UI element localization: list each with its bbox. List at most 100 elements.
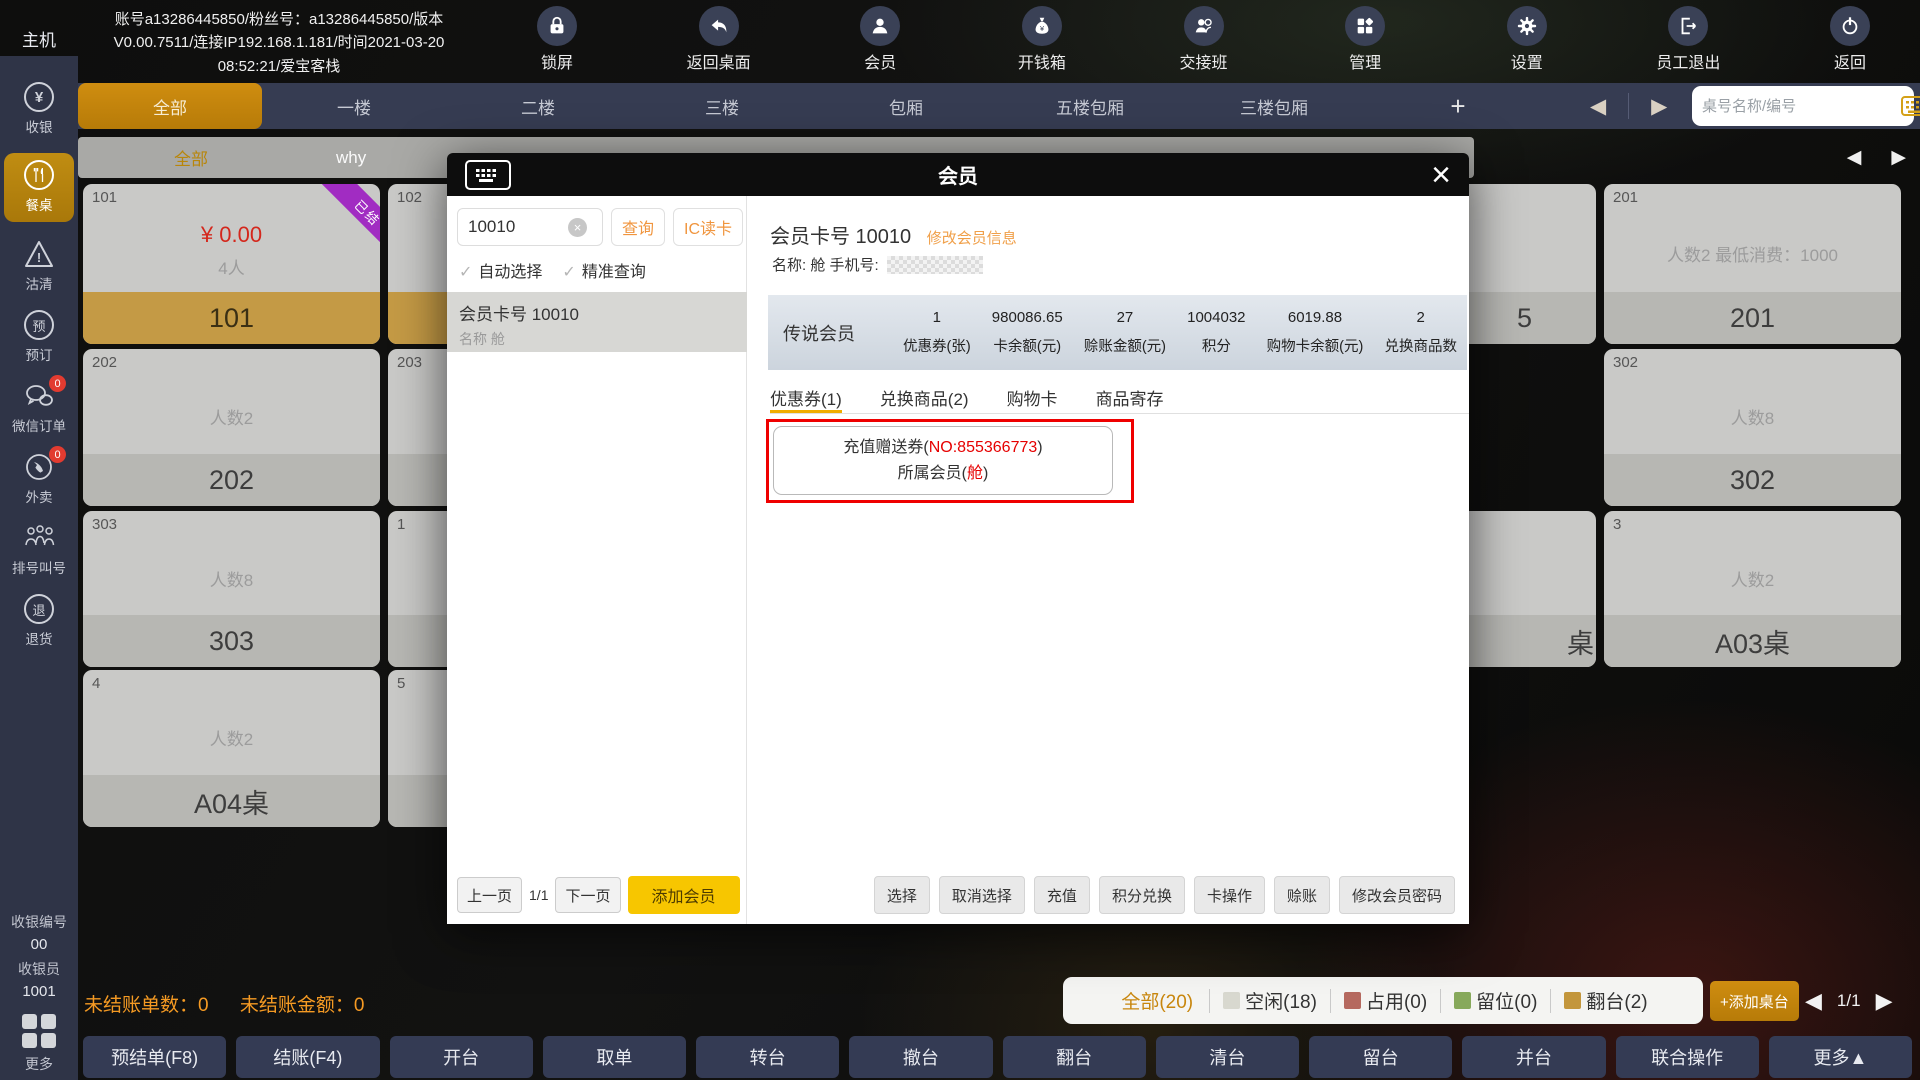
settings-button[interactable]: 设置 [1475,6,1579,80]
transfer-table-button[interactable]: 转台 [696,1036,839,1078]
member-search-input[interactable] [468,217,568,237]
query-button[interactable]: 查询 [611,208,665,246]
sidebar-item-takeout[interactable]: 0 外卖 [4,452,74,506]
add-floor-tab-button[interactable]: + [1366,83,1550,129]
table-cell-101[interactable]: 101 ¥ 0.00 4人 101 已结 [83,184,380,344]
area-next-arrow[interactable]: ▶ [1891,146,1906,169]
table-search-input[interactable] [1702,98,1901,115]
tab-coupons[interactable]: 优惠券(1) [770,385,842,413]
shift-change-button[interactable]: 交接班 [1152,6,1256,80]
member-list-item[interactable]: 会员卡号 10010 名称 舱 [447,292,747,352]
status-filter-reserved[interactable]: 留位(0) [1441,987,1550,1014]
table-people: 4人 [218,254,244,279]
points-exchange-button[interactable]: 积分兑换 [1099,876,1185,914]
merge-table-button[interactable]: 并台 [1462,1036,1605,1078]
next-page-button[interactable]: 下一页 [555,877,620,913]
sidebar-item-soldout[interactable]: ! 沽清 [4,239,74,293]
floor-tab-3f[interactable]: 三楼 [630,83,814,129]
close-icon[interactable]: × [1431,153,1451,196]
table-cell-303[interactable]: 303 人数8 303 [83,511,380,667]
stat-coupons: 1优惠券(张) [903,309,971,356]
change-password-button[interactable]: 修改会员密码 [1339,876,1455,914]
fork-knife-icon [24,160,54,190]
remove-table-button[interactable]: 撤台 [849,1036,992,1078]
sidebar-item-tables[interactable]: 餐桌 [4,153,74,222]
floor-tab-all[interactable]: 全部 [78,83,262,129]
status-filter-turned[interactable]: 翻台(2) [1551,987,1660,1014]
return-button[interactable]: 返回 [1798,6,1902,80]
sidebar-item-cashier[interactable]: ¥ 收银 [4,82,74,136]
table-cell-201[interactable]: 201 人数2 最低消费：1000 201 [1604,184,1901,344]
floor-tab-1f[interactable]: 一楼 [262,83,446,129]
table-cell-202[interactable]: 202 人数2 202 [83,349,380,506]
table-cell-302[interactable]: 302 人数8 302 [1604,349,1901,506]
member-name-line: 名称: 舱 手机号: [772,254,879,275]
joint-operation-button[interactable]: 联合操作 [1616,1036,1759,1078]
floor-prev-arrow[interactable]: ◀ [1568,94,1628,119]
exact-query-check[interactable]: ✓精准查询 [562,258,645,282]
auto-select-check[interactable]: ✓自动选择 [459,258,542,282]
table-label: A04桌 [83,775,380,827]
member-detail-tabs: 优惠券(1) 兑换商品(2) 购物卡 商品寄存 [770,385,1469,414]
pre-bill-button[interactable]: 预结单(F8) [83,1036,226,1078]
cash-drawer-button[interactable]: ¥ 开钱箱 [990,6,1094,80]
member-button[interactable]: 会员 [828,6,932,80]
clear-input-icon[interactable]: × [568,218,587,237]
credit-button[interactable]: 赊账 [1274,876,1330,914]
table-search-box[interactable] [1692,86,1914,126]
sidebar-item-queue[interactable]: 排号叫号 [4,523,74,577]
return-desktop-button[interactable]: 返回桌面 [667,6,771,80]
account-info: 账号a13286445850/粉丝号：a13286445850/版本 V0.00… [88,8,470,78]
recharge-button[interactable]: 充值 [1034,876,1090,914]
status-filter-occupied[interactable]: 占用(0) [1331,987,1440,1014]
grid-prev-arrow[interactable]: ◀ [1805,988,1822,1014]
open-table-button[interactable]: 开台 [390,1036,533,1078]
select-button[interactable]: 选择 [874,876,930,914]
area-prev-arrow[interactable]: ◀ [1847,146,1862,169]
sidebar-item-wechat-orders[interactable]: 0 微信订单 [4,381,74,435]
table-cell-a04[interactable]: 4 人数2 A04桌 [83,670,380,827]
hold-table-button[interactable]: 留台 [1309,1036,1452,1078]
stat-exchanged-goods: 2兑换商品数 [1384,309,1457,356]
area-filter-all[interactable]: 全部 [174,145,208,170]
edit-member-link[interactable]: 修改会员信息 [927,230,1017,247]
turn-table-button[interactable]: 翻台 [1003,1036,1146,1078]
add-table-button[interactable]: +添加桌台 [1710,981,1799,1021]
status-filter-free[interactable]: 空闲(18) [1210,987,1330,1014]
tab-goods-storage[interactable]: 商品寄存 [1096,385,1164,413]
floor-next-arrow[interactable]: ▶ [1629,94,1689,119]
checkout-button[interactable]: 结账(F4) [236,1036,379,1078]
get-order-button[interactable]: 取单 [543,1036,686,1078]
ic-read-button[interactable]: IC读卡 [673,208,743,246]
dialog-title: 会员 [447,160,1469,189]
deselect-button[interactable]: 取消选择 [939,876,1025,914]
staff-logout-button[interactable]: 员工退出 [1636,6,1740,80]
member-search-box[interactable]: × [457,208,603,246]
sidebar-item-reservation[interactable]: 预 预订 [4,310,74,364]
floor-tab-3f-rooms[interactable]: 三楼包厢 [1182,83,1366,129]
keyboard-button[interactable] [465,160,511,190]
area-filter-why[interactable]: why [336,148,366,168]
add-member-button[interactable]: 添加会员 [628,876,740,914]
stat-credit: 27赊账金额(元) [1084,309,1166,356]
shift-people-icon [1193,15,1215,37]
status-filter-all[interactable]: 全部(20) [1105,987,1209,1014]
card-operation-button[interactable]: 卡操作 [1194,876,1265,914]
floor-tab-rooms[interactable]: 包厢 [814,83,998,129]
more-button[interactable]: 更多 [0,1014,78,1074]
pos-app: 主机 账号a13286445850/粉丝号：a13286445850/版本 V0… [0,0,1920,1080]
lock-screen-button[interactable]: 锁屏 [505,6,609,80]
grid-next-arrow[interactable]: ▶ [1876,988,1893,1014]
stat-card-balance: 980086.65卡余额(元) [992,309,1063,356]
manage-button[interactable]: 管理 [1313,6,1417,80]
prev-page-button[interactable]: 上一页 [457,877,522,913]
tab-exchange-goods[interactable]: 兑换商品(2) [880,385,969,413]
more-actions-button[interactable]: 更多▲ [1769,1036,1912,1078]
tab-shopping-card[interactable]: 购物卡 [1007,385,1058,413]
table-cell-a03[interactable]: 3 人数2 A03桌 [1604,511,1901,667]
coupon-card[interactable]: 充值赠送券(NO:855366773) 所属会员(舱) [773,426,1113,495]
floor-tab-5f-rooms[interactable]: 五楼包厢 [998,83,1182,129]
clear-table-button[interactable]: 清台 [1156,1036,1299,1078]
floor-tab-2f[interactable]: 二楼 [446,83,630,129]
sidebar-item-refund[interactable]: 退 退货 [4,594,74,648]
